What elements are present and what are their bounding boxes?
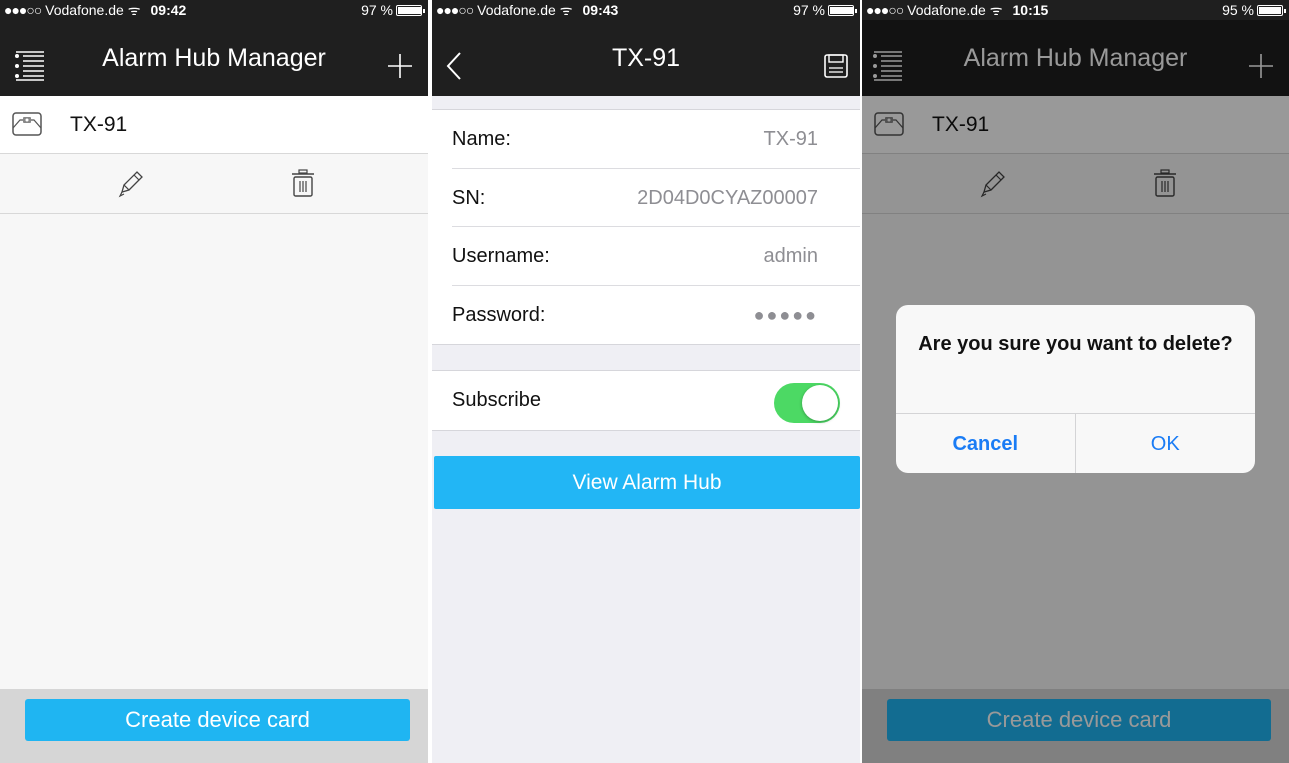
signal-icon: ●●●○○ bbox=[4, 2, 42, 18]
ok-button[interactable]: OK bbox=[1076, 414, 1256, 473]
dialog-buttons: Cancel OK bbox=[896, 413, 1255, 473]
carrier-label: Vodafone.de bbox=[477, 2, 556, 18]
cancel-button[interactable]: Cancel bbox=[896, 414, 1076, 473]
status-bar: ●●●○○ Vodafone.de ᯤ 09:42 97 % bbox=[0, 0, 428, 20]
password-row[interactable]: Password: ●●●●● bbox=[452, 286, 860, 345]
menu-icon[interactable] bbox=[14, 50, 46, 82]
carrier-label: Vodafone.de bbox=[907, 2, 986, 18]
device-credentials-form: Name: TX-91 SN: 2D04D0CYAZ00007 Username… bbox=[432, 109, 860, 345]
carrier-label: Vodafone.de bbox=[45, 2, 124, 18]
view-alarm-hub-button[interactable]: View Alarm Hub bbox=[434, 456, 860, 509]
battery-percent: 95 % bbox=[1222, 2, 1254, 18]
sn-label: SN: bbox=[452, 186, 486, 209]
status-bar: ●●●○○ Vodafone.de ᯤ 10:15 95 % bbox=[862, 0, 1289, 20]
bottom-bar: Create device card bbox=[0, 689, 428, 763]
signal-icon: ●●●○○ bbox=[436, 2, 474, 18]
alarm-hub-icon bbox=[12, 112, 42, 136]
nav-bar: TX-91 bbox=[432, 20, 860, 96]
delete-confirm-screen: ●●●○○ Vodafone.de ᯤ 10:15 95 % Alarm Hub … bbox=[862, 0, 1289, 763]
device-list-item[interactable]: TX-91 bbox=[0, 96, 428, 154]
battery-percent: 97 % bbox=[793, 2, 825, 18]
password-label: Password: bbox=[452, 303, 546, 326]
status-bar: ●●●○○ Vodafone.de ᯤ 09:43 97 % bbox=[432, 0, 860, 20]
battery-percent: 97 % bbox=[361, 2, 393, 18]
name-value[interactable]: TX-91 bbox=[764, 110, 818, 168]
device-detail-screen: ●●●○○ Vodafone.de ᯤ 09:43 97 % TX-91 Name… bbox=[432, 0, 860, 763]
wifi-icon: ᯤ bbox=[127, 2, 141, 18]
username-row[interactable]: Username: admin bbox=[452, 227, 860, 286]
battery-icon bbox=[396, 5, 425, 16]
device-list-screen: ●●●○○ Vodafone.de ᯤ 09:42 97 % Alarm Hub … bbox=[0, 0, 428, 763]
create-device-card-button[interactable]: Create device card bbox=[25, 699, 410, 741]
toggle-knob bbox=[802, 385, 838, 421]
name-label: Name: bbox=[452, 128, 511, 150]
subscribe-group: Subscribe bbox=[432, 370, 860, 431]
sn-row[interactable]: SN: 2D04D0CYAZ00007 bbox=[452, 169, 860, 227]
add-icon[interactable] bbox=[384, 50, 416, 82]
name-row[interactable]: Name: TX-91 bbox=[452, 110, 860, 169]
battery-icon bbox=[828, 5, 857, 16]
status-time: 10:15 bbox=[1012, 2, 1049, 18]
device-actions bbox=[0, 154, 428, 214]
wifi-icon: ᯤ bbox=[559, 2, 573, 18]
device-name: TX-91 bbox=[70, 113, 128, 136]
back-chevron-icon[interactable] bbox=[440, 50, 472, 82]
page-title: Alarm Hub Manager bbox=[102, 44, 326, 72]
username-label: Username: bbox=[452, 245, 550, 267]
subscribe-label: Subscribe bbox=[452, 389, 541, 411]
sn-value[interactable]: 2D04D0CYAZ00007 bbox=[637, 169, 818, 227]
trash-icon[interactable] bbox=[290, 168, 316, 198]
status-time: 09:42 bbox=[150, 2, 187, 18]
wifi-icon: ᯤ bbox=[989, 2, 1003, 18]
status-time: 09:43 bbox=[582, 2, 619, 18]
subscribe-row: Subscribe bbox=[452, 371, 860, 430]
password-value[interactable]: ●●●●● bbox=[754, 286, 818, 344]
delete-confirm-dialog: Are you sure you want to delete? Cancel … bbox=[896, 305, 1255, 473]
edit-pencil-icon[interactable] bbox=[116, 170, 144, 198]
nav-bar: Alarm Hub Manager bbox=[0, 20, 428, 96]
subscribe-toggle[interactable] bbox=[774, 383, 840, 423]
signal-icon: ●●●○○ bbox=[866, 2, 904, 18]
battery-icon bbox=[1257, 5, 1286, 16]
save-icon[interactable] bbox=[822, 52, 850, 80]
dialog-message: Are you sure you want to delete? bbox=[918, 333, 1233, 355]
username-value[interactable]: admin bbox=[764, 227, 818, 285]
page-title: TX-91 bbox=[611, 44, 681, 72]
